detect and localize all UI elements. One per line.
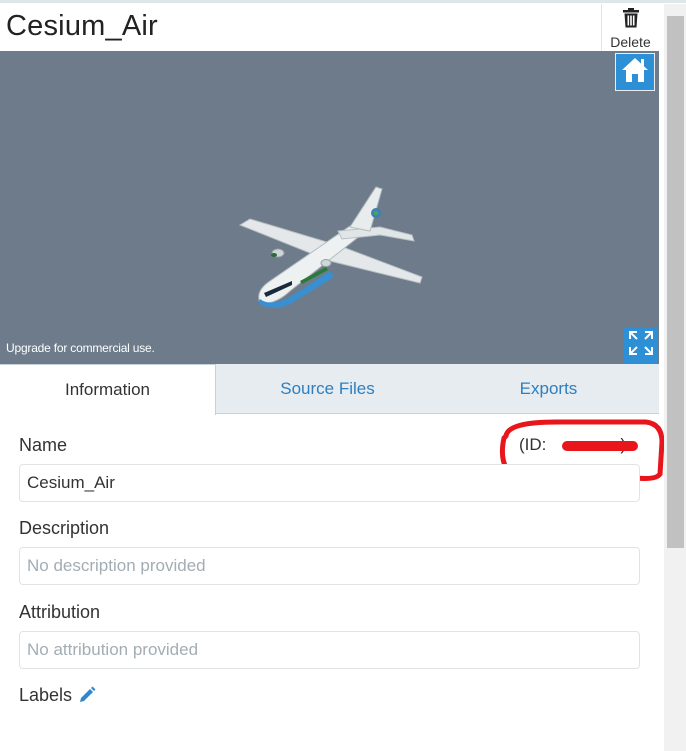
delete-button[interactable]: Delete bbox=[601, 4, 659, 51]
top-strip bbox=[0, 0, 686, 3]
description-label: Description bbox=[19, 518, 110, 538]
attribution-label: Attribution bbox=[19, 602, 101, 622]
name-label: Name bbox=[19, 435, 68, 455]
labels-label: Labels bbox=[19, 685, 73, 705]
trash-icon bbox=[622, 8, 640, 33]
tab-information[interactable]: Information bbox=[0, 364, 216, 415]
name-input[interactable]: Cesium_Air bbox=[19, 464, 640, 502]
scrollbar-thumb[interactable] bbox=[667, 16, 684, 548]
page-title: Cesium_Air bbox=[6, 10, 158, 42]
attribution-input[interactable]: No attribution provided bbox=[19, 631, 640, 669]
expand-icon bbox=[627, 329, 655, 362]
tab-bar: Information Source Files Exports bbox=[0, 364, 659, 415]
tab-exports[interactable]: Exports bbox=[438, 364, 659, 414]
airplane-model bbox=[230, 131, 430, 326]
fullscreen-button[interactable] bbox=[623, 328, 658, 363]
delete-label: Delete bbox=[610, 34, 651, 50]
tab-source-files[interactable]: Source Files bbox=[217, 364, 438, 414]
home-button[interactable] bbox=[615, 53, 655, 91]
pencil-icon[interactable] bbox=[78, 686, 96, 709]
model-viewer[interactable]: Upgrade for commercial use. bbox=[0, 51, 659, 364]
description-input[interactable]: No description provided bbox=[19, 547, 640, 585]
upgrade-notice: Upgrade for commercial use. bbox=[6, 341, 155, 355]
home-icon bbox=[620, 56, 650, 89]
